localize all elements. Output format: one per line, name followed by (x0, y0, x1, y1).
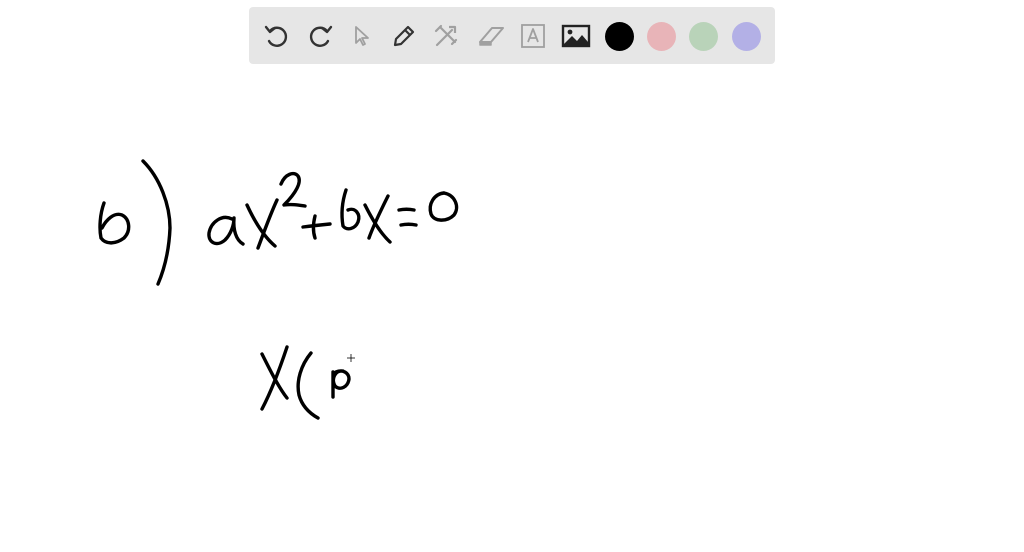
ink-letter-x-3b (260, 345, 289, 411)
ink-equals-top (397, 207, 416, 212)
ink-letter-b (98, 201, 131, 245)
ink-superscript-2 (279, 171, 307, 208)
ink-open-paren (296, 351, 320, 420)
whiteboard-canvas[interactable] (0, 0, 1024, 552)
ink-letter-a-2 (331, 369, 351, 399)
ink-equals-bottom (399, 222, 418, 227)
ink-letter-a (207, 215, 245, 246)
ink-digit-0 (428, 191, 459, 222)
ink-letter-b-2 (340, 188, 361, 231)
handwriting-layer (98, 159, 459, 420)
ink-close-paren (141, 159, 172, 286)
crosshair-cursor-icon (347, 354, 355, 362)
ink-plus-horizontal (301, 222, 332, 229)
